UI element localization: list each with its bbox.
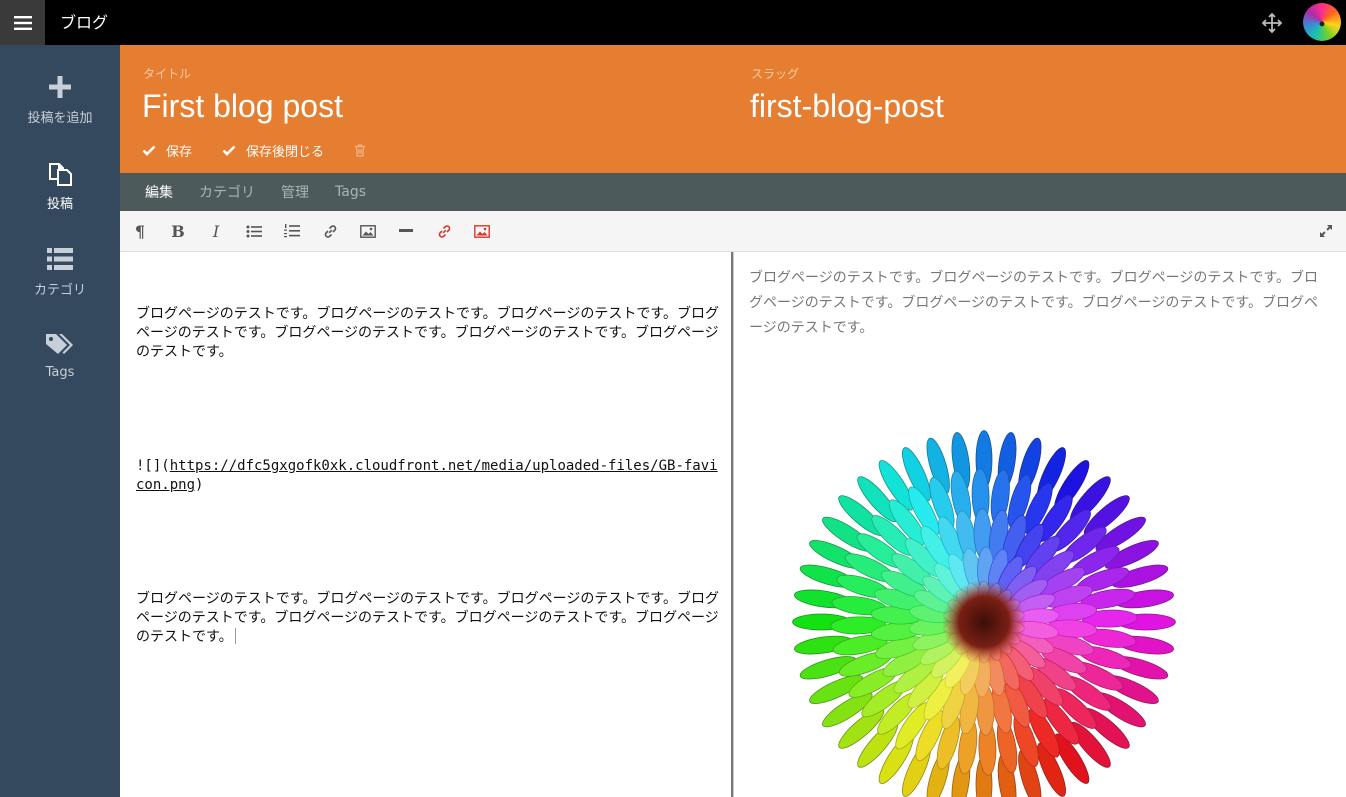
editor-content[interactable]: ブログページのテストです。ブログページのテストです。ブログページのテストです。ブ… xyxy=(136,267,720,685)
italic-icon[interactable]: I xyxy=(206,221,226,241)
editor-paragraph-2: ブログページのテストです。ブログページのテストです。ブログページのテストです。ブ… xyxy=(136,591,719,645)
link-icon[interactable] xyxy=(320,221,340,241)
text-cursor xyxy=(234,628,236,644)
plus-icon xyxy=(49,76,71,98)
bullet-list-icon[interactable] xyxy=(244,221,264,241)
title-label: タイトル xyxy=(143,67,192,81)
tab-bar: 編集 カテゴリ 管理 Tags xyxy=(120,173,1346,211)
bold-icon[interactable]: B xyxy=(168,221,188,241)
sidebar-item-label: 投稿 xyxy=(46,197,73,212)
editor-image-url: https://dfc5gxgofk0xk.cloudfront.net/med… xyxy=(136,458,718,493)
flower-image xyxy=(792,430,1176,797)
check-icon xyxy=(222,145,236,156)
tags-icon xyxy=(46,334,73,354)
preview-pane: ブログページのテストです。ブログページのテストです。ブログページのテストです。ブ… xyxy=(733,252,1346,797)
tab-categories[interactable]: カテゴリ xyxy=(199,182,255,202)
tab-manage[interactable]: 管理 xyxy=(281,182,309,202)
paragraph-icon[interactable]: ¶ xyxy=(130,221,150,241)
menu-button[interactable] xyxy=(0,0,45,45)
check-icon xyxy=(142,145,156,156)
title-input[interactable]: First blog post xyxy=(142,88,343,125)
sidebar-item-posts[interactable]: 投稿 xyxy=(0,145,120,231)
delete-button[interactable] xyxy=(354,144,376,157)
tab-tags[interactable]: Tags xyxy=(335,184,366,200)
trash-icon xyxy=(355,144,366,157)
image-icon[interactable] xyxy=(358,221,378,241)
post-header: タイトル First blog post スラッグ first-blog-pos… xyxy=(120,45,1346,173)
sidebar-item-label: Tags xyxy=(45,365,75,380)
sidebar-item-label: カテゴリ xyxy=(33,283,86,298)
numbered-list-icon[interactable] xyxy=(282,221,302,241)
markdown-editor[interactable]: ブログページのテストです。ブログページのテストです。ブログページのテストです。ブ… xyxy=(120,252,733,797)
editor-image-markup: ![](https://dfc5gxgofk0xk.cloudfront.net… xyxy=(136,458,718,493)
sidebar: 投稿を追加 投稿 カテゴリ Tags xyxy=(0,45,120,797)
editor-toolbar: ¶ B I xyxy=(120,211,1346,252)
fullscreen-icon[interactable] xyxy=(1316,221,1336,241)
unlink-icon[interactable] xyxy=(434,221,454,241)
slug-label: スラッグ xyxy=(751,67,800,81)
copy-icon xyxy=(49,163,72,186)
tab-edit[interactable]: 編集 xyxy=(145,182,173,202)
app-title: ブログ xyxy=(60,13,109,32)
horizontal-rule-icon[interactable] xyxy=(396,221,416,241)
preview-paragraph: ブログページのテストです。ブログページのテストです。ブログページのテストです。ブ… xyxy=(749,270,1318,336)
list-icon xyxy=(47,248,73,270)
remove-image-icon[interactable] xyxy=(472,221,492,241)
top-bar: ブログ xyxy=(0,0,1346,45)
save-and-close-button[interactable]: 保存後閉じる xyxy=(222,141,324,160)
user-avatar[interactable] xyxy=(1303,3,1341,41)
save-button[interactable]: 保存 xyxy=(142,141,192,160)
sidebar-item-tags[interactable]: Tags xyxy=(0,317,120,403)
editor-paragraph-1: ブログページのテストです。ブログページのテストです。ブログページのテストです。ブ… xyxy=(136,306,719,360)
sidebar-item-add-post[interactable]: 投稿を追加 xyxy=(0,59,120,145)
sidebar-item-label: 投稿を追加 xyxy=(27,111,93,126)
move-icon[interactable] xyxy=(1261,12,1283,34)
slug-input[interactable]: first-blog-post xyxy=(750,88,944,125)
hamburger-icon xyxy=(13,15,32,30)
sidebar-item-categories[interactable]: カテゴリ xyxy=(0,231,120,317)
